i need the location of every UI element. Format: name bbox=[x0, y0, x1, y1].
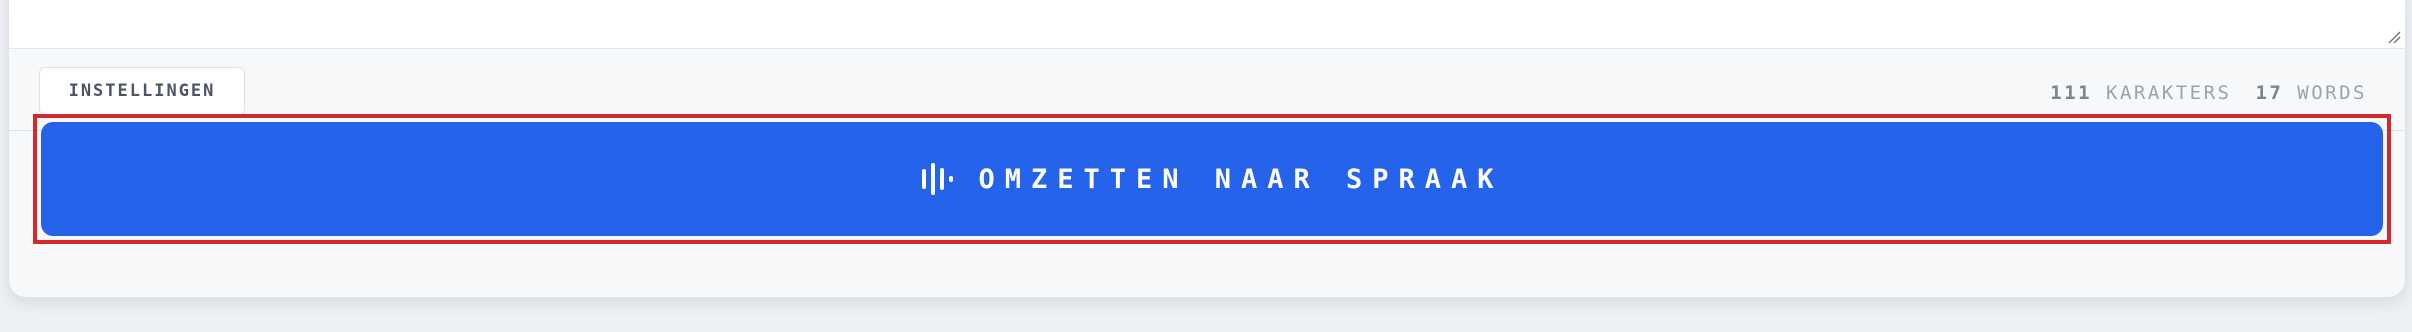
text-input-card: INSTELLINGEN 111 KARAKTERS 17 WORDS OMZE… bbox=[8, 0, 2406, 298]
convert-to-speech-button[interactable]: OMZETTEN NAAR SPRAAK bbox=[41, 122, 2383, 236]
text-stats: 111 KARAKTERS 17 WORDS bbox=[2050, 82, 2367, 104]
convert-button-label: OMZETTEN NAAR SPRAAK bbox=[978, 163, 1504, 195]
settings-button[interactable]: INSTELLINGEN bbox=[39, 67, 245, 115]
character-count: 111 bbox=[2050, 82, 2093, 104]
character-count-label: KARAKTERS bbox=[2106, 82, 2232, 104]
word-count-label: WORDS bbox=[2297, 82, 2367, 104]
text-input[interactable] bbox=[9, 0, 2405, 49]
resize-handle-icon[interactable] bbox=[2387, 30, 2401, 44]
word-count: 17 bbox=[2255, 82, 2284, 104]
audio-waveform-icon bbox=[922, 163, 954, 195]
convert-button-highlight: OMZETTEN NAAR SPRAAK bbox=[33, 114, 2391, 244]
